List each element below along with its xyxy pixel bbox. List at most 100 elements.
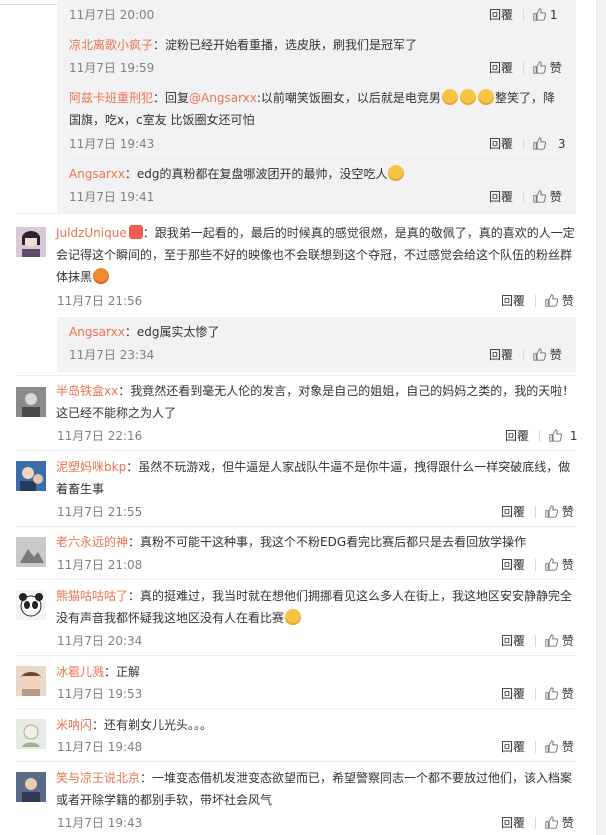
avatar[interactable] [16, 537, 46, 567]
reply-button[interactable]: 回覆 [489, 61, 513, 75]
like-button[interactable]: 赞 [545, 740, 574, 754]
like-button[interactable]: 赞 [545, 558, 574, 572]
like-button[interactable]: 赞 [545, 634, 574, 648]
comment-username[interactable]: 泥塑妈咪bkp [56, 460, 126, 474]
divider [16, 375, 576, 376]
reply-body: :以前嘲笑饭圈女，以后就是电竞男 [256, 91, 441, 105]
action-separator [523, 9, 524, 21]
action-separator [535, 559, 536, 571]
like-button[interactable]: 赞 [533, 190, 562, 204]
reply-button[interactable]: 回覆 [501, 687, 525, 701]
reply-text: Angsarxx：edg的真粉都在复盘哪波团开的最帅，没空吃人 [69, 163, 564, 185]
comment-body: ：真粉不可能干这种事，我这个不粉EDG看完比赛后都只是去看回放学操作 [128, 535, 527, 549]
reply-text: 阿兹卡班重刑犯：回复@Angsarxx:以前嘲笑饭圈女，以后就是电竞男 整笑了，降… [69, 87, 564, 131]
laugh-cry-emoji-icon [441, 89, 458, 105]
thumbs-up-icon [533, 61, 547, 74]
action-separator [535, 741, 536, 753]
avatar[interactable] [16, 387, 46, 417]
comment-body: ：虽然不玩游戏，但牛逼是人家战队牛逼不是你牛逼，拽得跟什么一样突破底线，做着畜生… [56, 460, 571, 496]
reply-button[interactable]: 回覆 [501, 505, 525, 519]
like-button[interactable]: 赞 [545, 687, 574, 701]
reply-text: Angsarxx：edg属实太惨了 [69, 321, 564, 343]
reply-button[interactable]: 回覆 [501, 558, 525, 572]
reply-username[interactable]: 凉北离歌小疯子 [69, 38, 153, 52]
comment-time: 11月7日 21:56 [57, 294, 143, 308]
like-button[interactable]: 3 [533, 137, 565, 151]
avatar[interactable] [16, 227, 46, 257]
reply-button[interactable]: 回覆 [505, 429, 529, 443]
shocked-emoji-icon [93, 268, 110, 284]
comment-username[interactable]: 米呐闪 [56, 718, 92, 732]
comment-username[interactable]: 熊猫咕咕咕了 [56, 589, 128, 603]
action-separator [535, 817, 536, 829]
reply-button[interactable]: 回覆 [501, 816, 525, 830]
like-button[interactable]: 赞 [533, 61, 562, 75]
comment-text: 冰雹儿溅：正解 [56, 661, 576, 683]
divider [16, 579, 576, 580]
like-label: 赞 [549, 190, 562, 204]
action-separator [535, 506, 536, 518]
avatar[interactable] [16, 461, 46, 491]
mention-link[interactable]: @Angsarxx [189, 91, 257, 105]
like-label: 赞 [561, 816, 574, 830]
comment-body: ：我竟然还看到毫无人伦的发言，对象是自己的姐姐，自己的妈妈之类的，我的天啦！这已… [56, 384, 575, 420]
thumbs-up-icon [545, 634, 559, 647]
comment-username[interactable]: 冰雹儿溅 [56, 665, 104, 679]
scrollbar[interactable] [596, 0, 606, 835]
avatar[interactable] [16, 772, 46, 802]
cat-emoji-icon [388, 165, 405, 181]
like-count: 3 [557, 137, 566, 151]
like-button[interactable]: 赞 [545, 505, 574, 519]
comment-time: 11月7日 20:34 [57, 634, 143, 648]
comment-time: 11月7日 19:48 [57, 740, 143, 754]
comment-username[interactable]: 老六永远的神 [56, 535, 128, 549]
like-button[interactable]: 赞 [545, 816, 574, 830]
divider [69, 158, 564, 159]
thumbs-up-icon [545, 740, 559, 753]
reply-button[interactable]: 回覆 [489, 8, 513, 22]
like-button[interactable]: 1 [549, 429, 577, 443]
thumbs-up-icon [545, 505, 559, 518]
like-label: 赞 [561, 558, 574, 572]
thumbs-up-icon [545, 816, 559, 829]
action-separator [535, 635, 536, 647]
avatar[interactable] [16, 719, 46, 749]
like-button[interactable]: 赞 [545, 294, 574, 308]
comment-text: JuldzUnique ：跟我弟一起看的，最后的时候真的感觉很燃，是真的敬佩了，真… [56, 222, 576, 288]
like-button[interactable]: 1 [533, 8, 557, 22]
reply-username[interactable]: Angsarxx [69, 325, 125, 339]
action-separator [535, 295, 536, 307]
like-button[interactable]: 赞 [533, 348, 562, 362]
action-separator [523, 349, 524, 361]
comment-text: 米呐闪：还有剃女儿光头。。。 [56, 714, 576, 736]
vip-badge-icon [128, 225, 143, 239]
avatar[interactable] [16, 590, 46, 620]
thumbs-up-icon [533, 8, 547, 21]
reply-button[interactable]: 回覆 [501, 294, 525, 308]
comment-time: 11月7日 19:53 [57, 687, 143, 701]
action-separator [535, 688, 536, 700]
action-separator [523, 138, 524, 150]
comment-username[interactable]: 笑与凉王说北京 [56, 771, 140, 785]
comment-text: 半岛铁盒xx：我竟然还看到毫无人伦的发言，对象是自己的姐姐，自己的妈妈之类的，我… [56, 380, 576, 424]
like-label: 赞 [561, 634, 574, 648]
avatar[interactable] [16, 666, 46, 696]
reply-time: 11月7日 19:41 [69, 190, 155, 204]
reply-button[interactable]: 回覆 [489, 190, 513, 204]
reply-button[interactable]: 回覆 [489, 137, 513, 151]
reply-username[interactable]: Angsarxx [69, 167, 125, 181]
reply-username[interactable]: 阿兹卡班重刑犯 [69, 91, 153, 105]
comment-username[interactable]: JuldzUnique [56, 226, 127, 240]
like-label: 赞 [549, 61, 562, 75]
divider [16, 450, 576, 451]
comment-username[interactable]: 半岛铁盒xx [56, 384, 118, 398]
comment-text: 泥塑妈咪bkp：虽然不玩游戏，但牛逼是人家战队牛逼不是你牛逼，拽得跟什么一样突破… [56, 456, 576, 500]
like-label: 赞 [561, 740, 574, 754]
reply-button[interactable]: 回覆 [501, 634, 525, 648]
comment-time: 11月7日 21:08 [57, 558, 143, 572]
like-count: 1 [549, 8, 558, 22]
reply-button[interactable]: 回覆 [489, 348, 513, 362]
comment-body: ：还有剃女儿光头。。。 [92, 718, 213, 732]
reply-time: 11月7日 23:34 [69, 348, 155, 362]
reply-button[interactable]: 回覆 [501, 740, 525, 754]
